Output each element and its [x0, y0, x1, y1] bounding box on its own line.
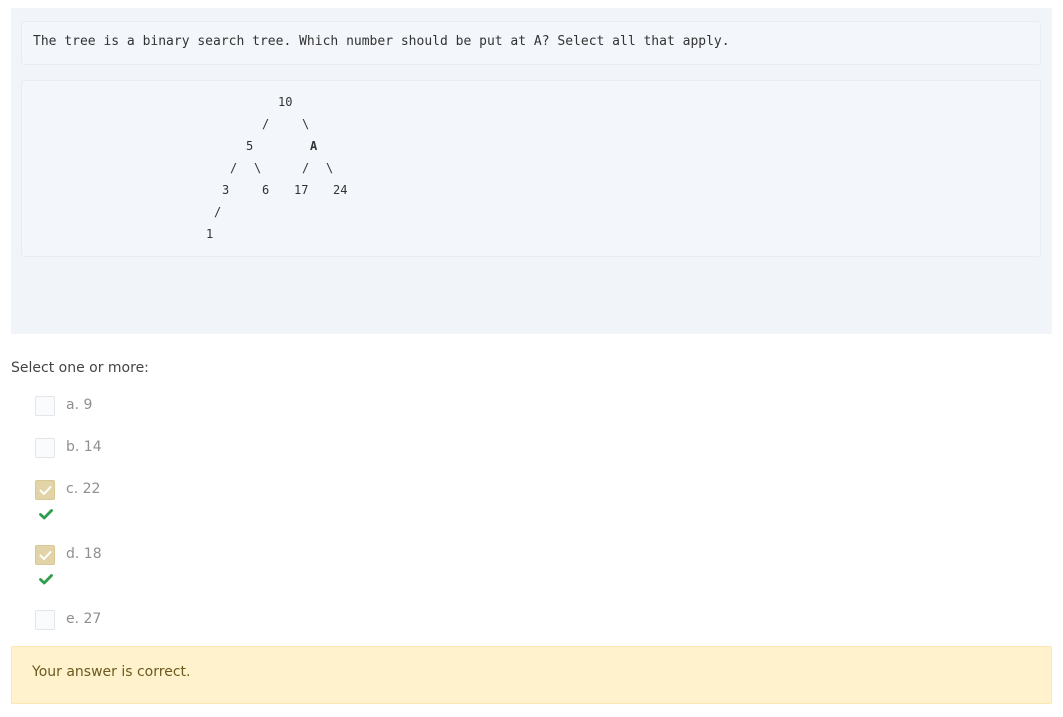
- tree-edge: \: [254, 161, 262, 175]
- tree-node-a: A: [310, 139, 318, 153]
- select-prompt: Select one or more:: [11, 360, 149, 376]
- tree-diagram: 10 / \ 5 A / \ / \ 3 6 17 24 / 1: [21, 80, 1041, 257]
- correct-check-icon: [39, 574, 53, 585]
- tree-node-right-right: 24: [333, 183, 348, 197]
- tree-edge: \: [326, 161, 334, 175]
- tree-edge: \: [302, 117, 310, 131]
- tree-edge: /: [214, 205, 222, 219]
- option-d-label[interactable]: d. 18: [66, 546, 102, 562]
- check-icon: [39, 486, 52, 495]
- tree-edge: /: [230, 161, 238, 175]
- correct-check-icon: [39, 509, 53, 520]
- option-c-checkbox[interactable]: [35, 480, 55, 500]
- tree-node-left-right: 6: [262, 183, 270, 197]
- option-b-label[interactable]: b. 14: [66, 439, 102, 455]
- feedback-text: Your answer is correct.: [32, 664, 191, 680]
- question-prompt-box: The tree is a binary search tree. Which …: [21, 21, 1041, 65]
- feedback-box: Your answer is correct.: [11, 646, 1052, 704]
- option-e-checkbox[interactable]: [35, 610, 55, 630]
- tree-edge: /: [302, 161, 310, 175]
- tree-node-left-left: 3: [222, 183, 230, 197]
- question-prompt: The tree is a binary search tree. Which …: [33, 34, 730, 49]
- option-c-label[interactable]: c. 22: [66, 481, 100, 497]
- option-e-label[interactable]: e. 27: [66, 611, 101, 627]
- tree-node-left-left-left: 1: [206, 227, 214, 241]
- tree-node-left: 5: [246, 139, 254, 153]
- tree-node-root: 10: [278, 95, 293, 109]
- question-text-panel: The tree is a binary search tree. Which …: [11, 8, 1052, 334]
- option-a-label[interactable]: a. 9: [66, 397, 92, 413]
- option-b-checkbox[interactable]: [35, 438, 55, 458]
- tree-edge: /: [262, 117, 270, 131]
- option-d-checkbox[interactable]: [35, 545, 55, 565]
- check-icon: [39, 551, 52, 560]
- option-a-checkbox[interactable]: [35, 396, 55, 416]
- tree-node-right-left: 17: [294, 183, 309, 197]
